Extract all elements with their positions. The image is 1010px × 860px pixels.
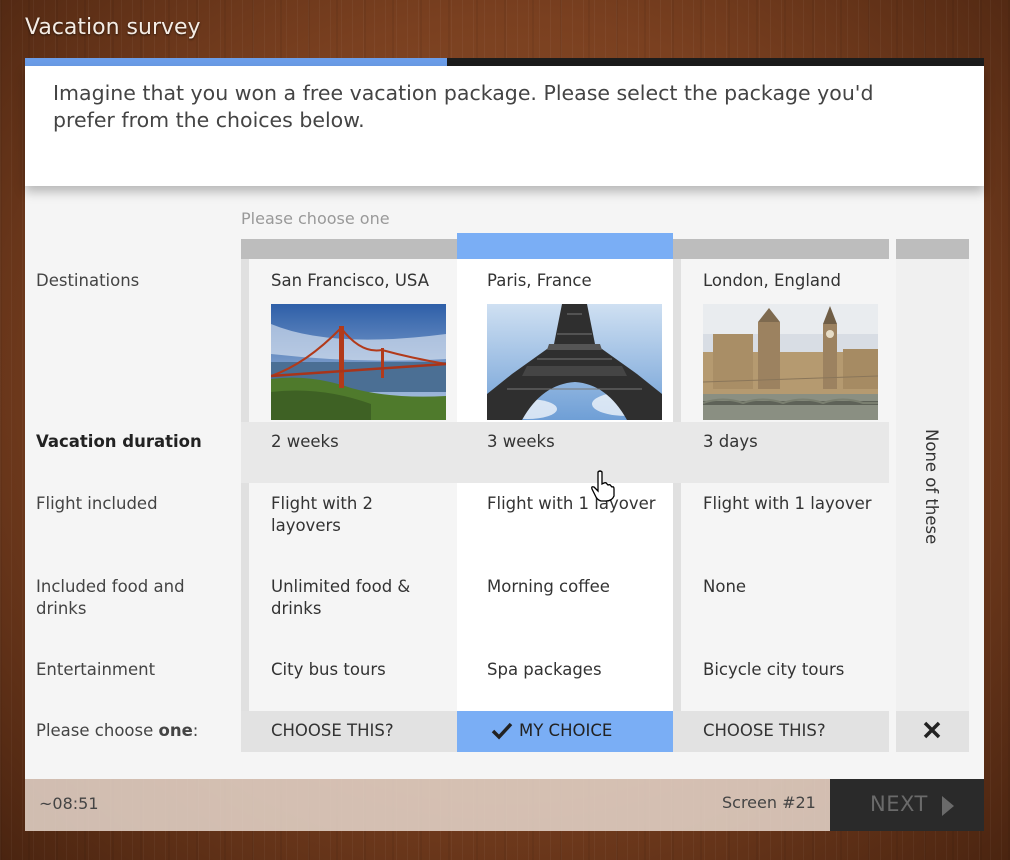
choose-button-label: CHOOSE THIS? (271, 721, 394, 740)
flight-value: Flight with 2 layovers (271, 494, 374, 535)
choose-button-label: CHOOSE THIS? (703, 721, 826, 740)
none-of-these-option[interactable]: None of these (896, 239, 969, 752)
flight-value: Flight with 1 layover (487, 494, 656, 513)
attr-label-choose: Please choose one: (36, 720, 198, 742)
attr-label-duration: Vacation duration (36, 432, 202, 451)
duration-value: 2 weeks (271, 432, 339, 451)
play-arrow-icon (942, 796, 954, 816)
duration-value: 3 weeks (487, 432, 555, 451)
my-choice-button[interactable]: MY CHOICE (457, 711, 673, 752)
destination-name: London, England (703, 271, 841, 290)
choose-button-label: MY CHOICE (519, 721, 613, 740)
timer: ~08:51 (39, 794, 99, 813)
choose-hint: Please choose one (241, 209, 390, 228)
eiffel-tower-photo (487, 304, 662, 420)
entertainment-value: City bus tours (271, 660, 386, 679)
none-of-these-label: None of these (922, 429, 941, 545)
choose-prefix: Please choose (36, 721, 159, 740)
option-column-1[interactable]: San Francisco, USA 2 weeks Flight with 2… (241, 239, 457, 752)
progress-bar (25, 58, 984, 66)
attr-label-entertainment: Entertainment (36, 660, 156, 679)
next-button[interactable]: NEXT (830, 779, 984, 831)
option-column-2[interactable]: Paris, France 3 weeks Flight with 1 layo… (457, 233, 673, 752)
column-header-bar (896, 239, 969, 259)
attr-label-flight: Flight included (36, 494, 158, 513)
question-text: Imagine that you won a free vacation pac… (53, 81, 874, 132)
column-header-bar (457, 233, 673, 259)
attr-label-food: Included food and drinks (36, 577, 185, 618)
choice-panel: Please choose one Destinations Vacation … (25, 186, 984, 779)
progress-fill (25, 58, 447, 66)
golden-gate-bridge-photo (271, 304, 446, 420)
food-value: None (703, 577, 747, 596)
flight-value: Flight with 1 layover (703, 494, 872, 513)
destination-name: San Francisco, USA (271, 271, 429, 290)
duration-value: 3 days (703, 432, 758, 451)
column-stripe (673, 259, 681, 752)
question-panel: Imagine that you won a free vacation pac… (25, 66, 984, 186)
choose-this-button[interactable]: CHOOSE THIS? (673, 711, 889, 752)
screen-number: Screen #21 (722, 793, 816, 812)
checkmark-icon (491, 722, 513, 740)
destination-name: Paris, France (487, 271, 592, 290)
westminster-palace-photo (703, 304, 878, 420)
choose-bold: one (158, 721, 193, 740)
entertainment-value: Spa packages (487, 660, 602, 679)
footer-bar: ~08:51 Screen #21 NEXT (25, 779, 984, 831)
next-button-label: NEXT (870, 792, 928, 816)
none-of-these-button[interactable] (896, 711, 969, 752)
column-header-bar (673, 239, 889, 259)
column-stripe (241, 259, 249, 752)
food-value: Morning coffee (487, 577, 610, 596)
choose-this-button[interactable]: CHOOSE THIS? (241, 711, 457, 752)
close-x-icon (923, 721, 941, 739)
choose-suffix: : (192, 721, 199, 740)
attr-label-destinations: Destinations (36, 271, 140, 290)
food-value: Unlimited food & drinks (271, 577, 411, 618)
hand-pointer-icon (591, 470, 615, 502)
entertainment-value: Bicycle city tours (703, 660, 845, 679)
app-title: Vacation survey (25, 15, 201, 40)
column-header-bar (241, 239, 457, 259)
option-column-3[interactable]: London, England 3 days Flight with 1 lay… (673, 239, 889, 752)
